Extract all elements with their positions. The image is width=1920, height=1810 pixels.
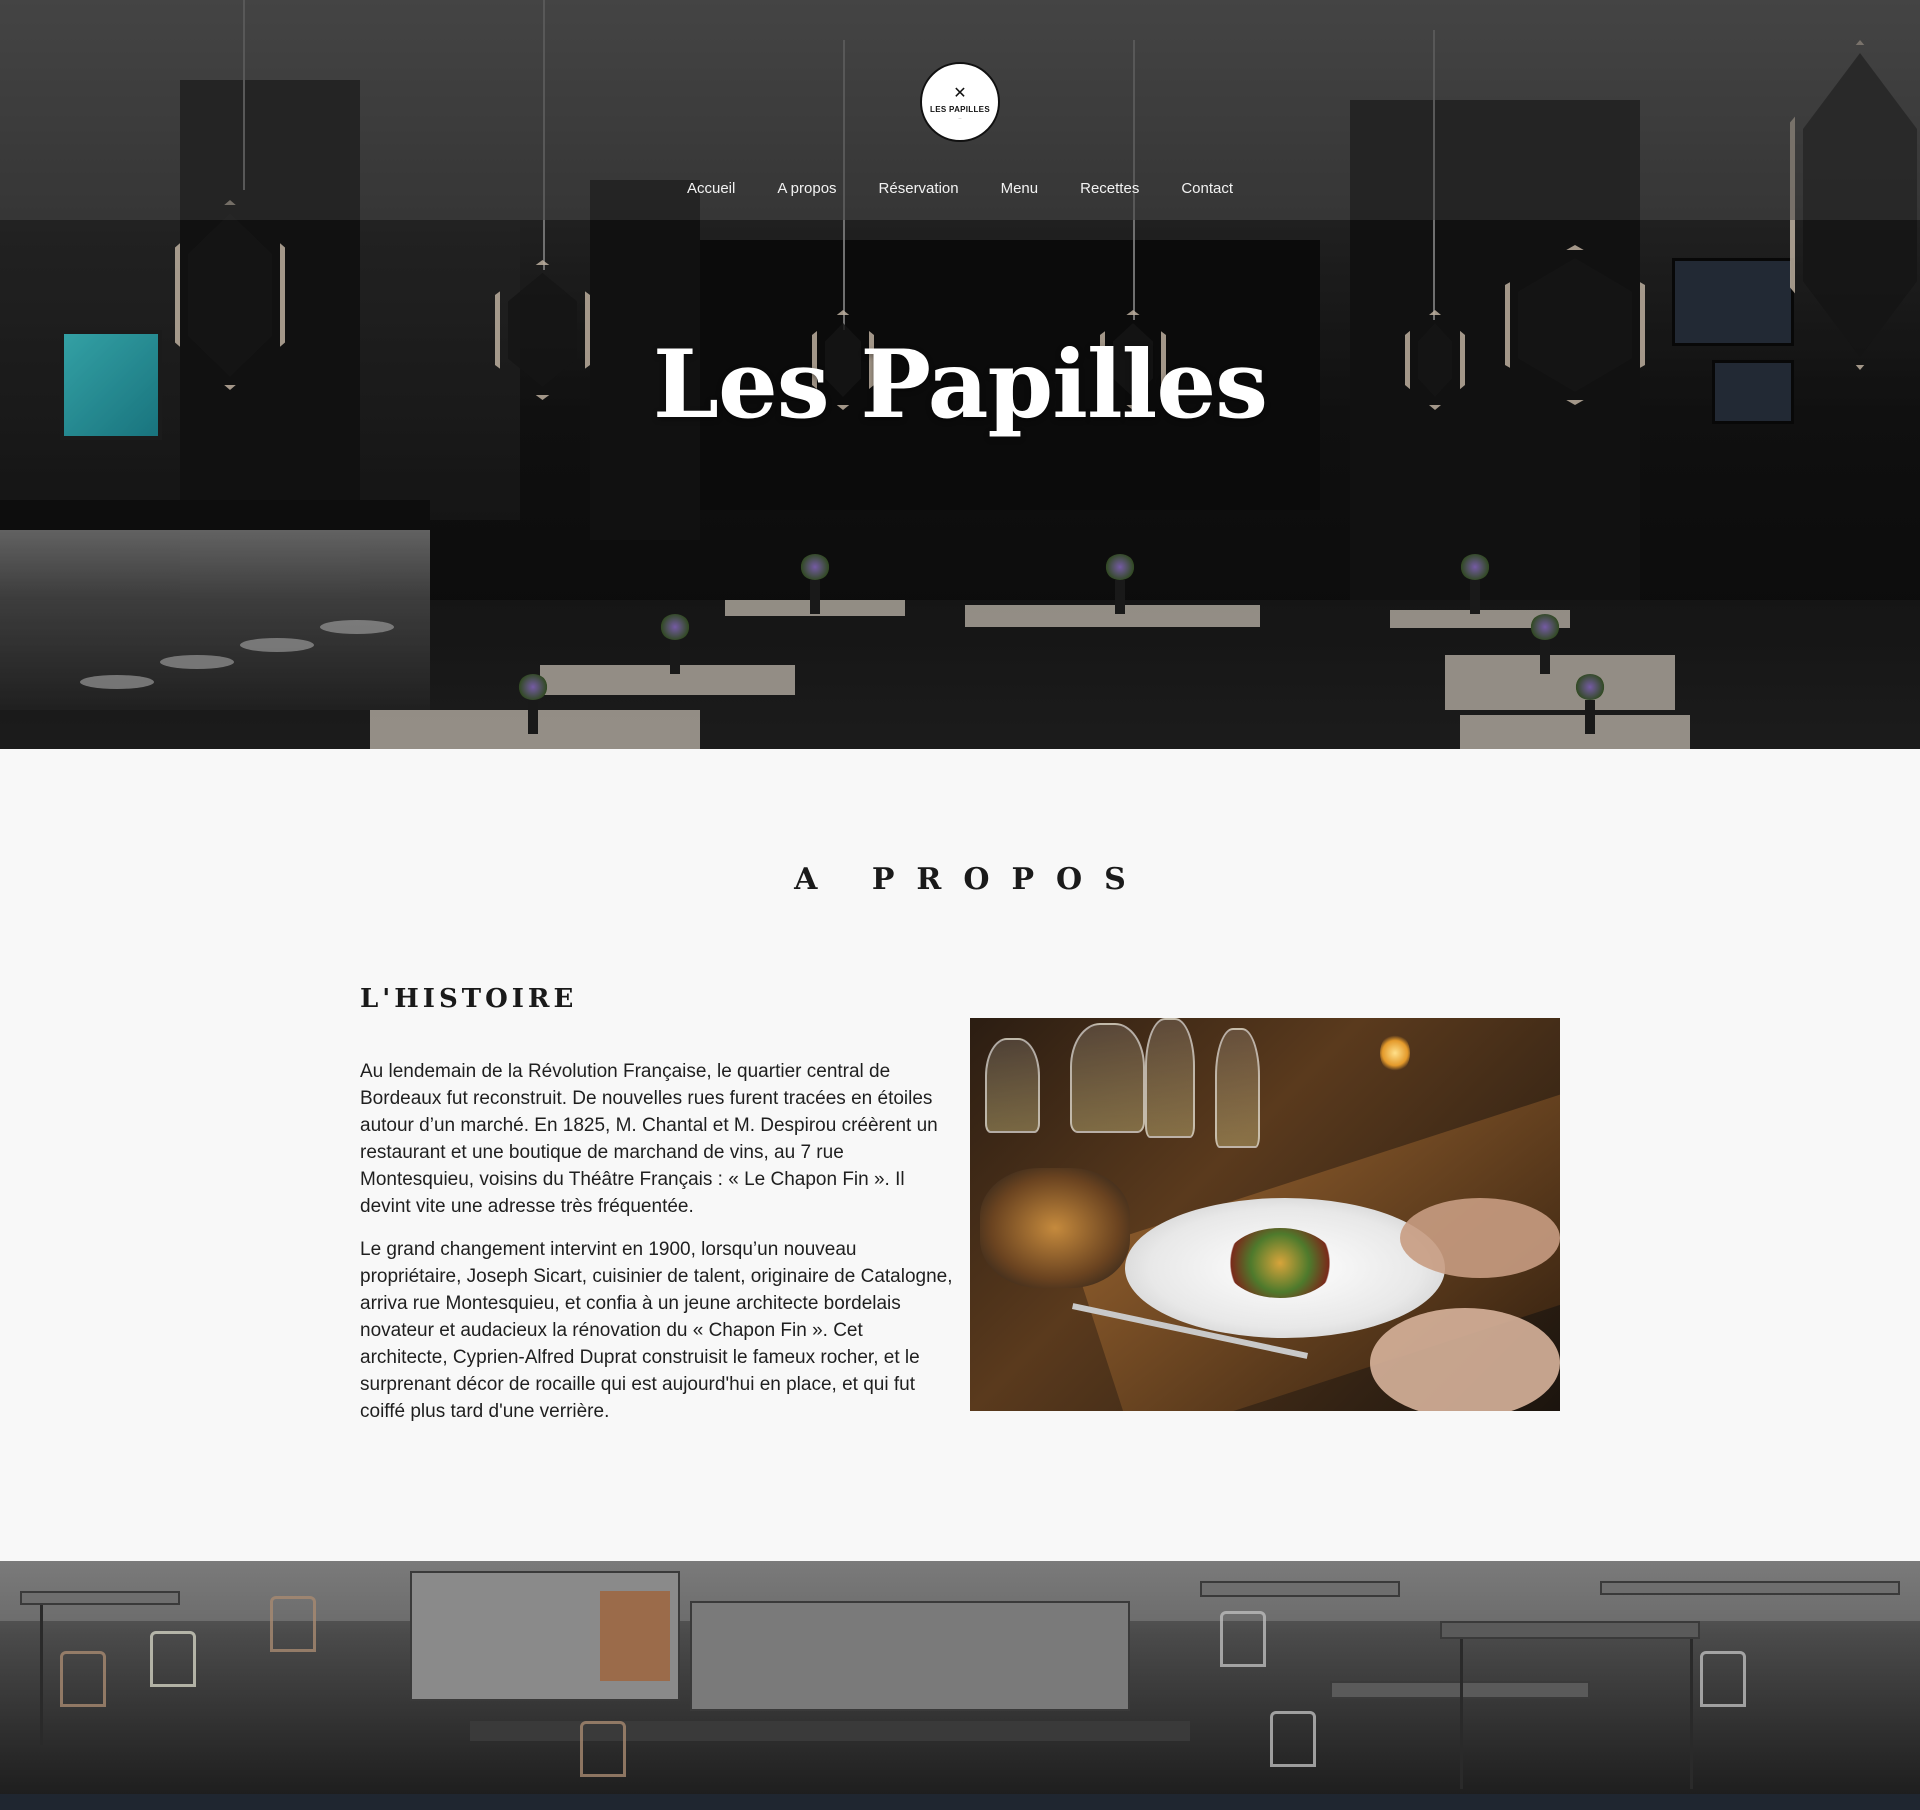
section-title-a-propos: A PROPOS: [794, 862, 1148, 897]
dish-photo-hand: [1400, 1198, 1560, 1278]
band-chair: [1270, 1711, 1316, 1767]
nav-item-a-propos[interactable]: A propos: [756, 180, 857, 197]
band-table: [20, 1591, 180, 1605]
dish-photo-glass: [1070, 1023, 1145, 1133]
logo-underline: —: [958, 115, 962, 120]
band-table-leg: [1460, 1639, 1463, 1789]
dish-photo-candle: [1380, 1033, 1410, 1073]
band-bottom-strip: [0, 1794, 1920, 1810]
nav-item-reservation[interactable]: Réservation: [858, 180, 980, 197]
histoire-heading: L'HISTOIRE: [360, 984, 578, 1014]
dish-photo-glass: [1145, 1018, 1195, 1138]
dish-photo-bread: [980, 1168, 1130, 1288]
histoire-paragraph: Au lendemain de la Révolution Française,…: [360, 1061, 938, 1217]
dish-photo: [970, 1018, 1560, 1411]
band-chair: [1220, 1611, 1266, 1667]
dish-photo-glass: [1215, 1028, 1260, 1148]
band-chair: [60, 1651, 106, 1707]
band-chair: [580, 1721, 626, 1777]
band-table: [690, 1601, 1130, 1711]
histoire-paragraph: Le grand changement intervint en 1900, l…: [360, 1239, 953, 1422]
band-table: [470, 1721, 1190, 1741]
band-chair: [1700, 1651, 1746, 1707]
nav-item-accueil[interactable]: Accueil: [666, 180, 756, 197]
site-logo[interactable]: ✕ LES PAPILLES —: [920, 62, 1000, 142]
dish-photo-food: [1225, 1228, 1335, 1298]
hero-banner: ✕ LES PAPILLES — Accueil A propos Réserv…: [0, 0, 1920, 749]
band-table: [1600, 1581, 1900, 1595]
utensils-icon: ✕: [953, 82, 967, 102]
band-chair: [150, 1631, 196, 1687]
band-crate: [600, 1591, 670, 1681]
dish-photo-hand: [1370, 1308, 1560, 1411]
hero-title: Les Papilles: [652, 330, 1268, 440]
main-nav: Accueil A propos Réservation Menu Recett…: [0, 180, 1920, 197]
band-table: [1440, 1621, 1700, 1639]
band-table: [1200, 1581, 1400, 1597]
nav-item-menu[interactable]: Menu: [980, 180, 1060, 197]
histoire-text: Au lendemain de la Révolution Française,…: [360, 1058, 954, 1441]
logo-text: LES PAPILLES: [930, 104, 990, 114]
nav-item-recettes[interactable]: Recettes: [1059, 180, 1160, 197]
dish-photo-glass: [985, 1038, 1040, 1133]
bottom-photo-band: [0, 1561, 1920, 1810]
band-table-leg: [1690, 1639, 1693, 1789]
band-chair: [270, 1596, 316, 1652]
nav-item-contact[interactable]: Contact: [1160, 180, 1254, 197]
band-table-leg: [40, 1605, 43, 1745]
